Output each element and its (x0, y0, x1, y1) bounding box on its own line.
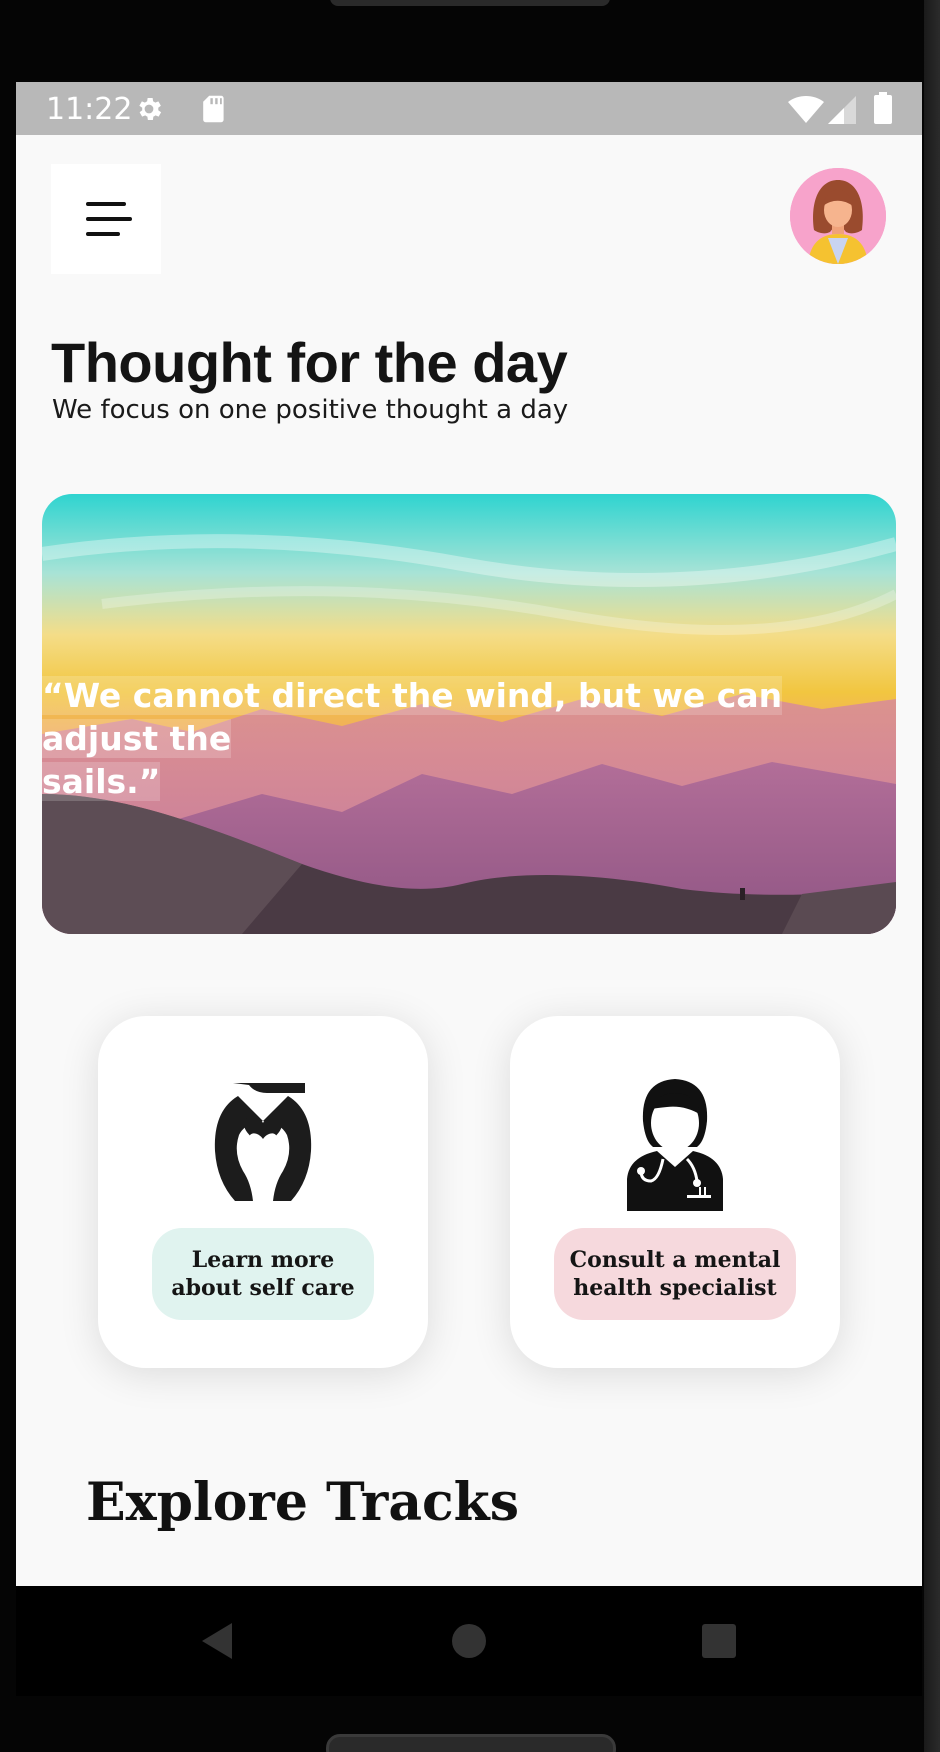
page-title: Thought for the day (51, 331, 568, 394)
quote-card[interactable]: “We cannot direct the wind, but we can a… (42, 494, 896, 934)
self-care-card[interactable]: Learn more about self care (98, 1016, 428, 1368)
user-avatar[interactable] (790, 168, 886, 264)
doctor-icon (627, 1079, 723, 1211)
system-nav-bar (16, 1586, 922, 1696)
page-subtitle: We focus on one positive thought a day (52, 395, 569, 425)
signal-icon (828, 96, 856, 124)
avatar-illustration (790, 168, 886, 264)
hamburger-menu-icon-line (86, 217, 132, 221)
home-circle-icon[interactable] (449, 1621, 489, 1661)
hamburger-menu-icon (86, 202, 126, 206)
device-edge (924, 0, 940, 1752)
consult-specialist-button[interactable]: Consult a mental health specialist (554, 1228, 796, 1320)
battery-icon (874, 92, 892, 124)
gear-icon (139, 98, 162, 120)
recents-square-icon[interactable] (699, 1621, 739, 1661)
device-top-speaker (330, 0, 610, 6)
status-time: 11:22 (46, 92, 133, 127)
device-bottom-speaker (326, 1734, 616, 1752)
status-bar: 11:22 (16, 82, 922, 135)
learn-self-care-button[interactable]: Learn more about self care (152, 1228, 374, 1320)
quote-text: “We cannot direct the wind, but we can a… (42, 674, 822, 803)
menu-button[interactable] (51, 164, 161, 274)
quote-line-1: “We cannot direct the wind, but we can a… (42, 676, 783, 758)
caring-hands-heart-icon (214, 1083, 312, 1201)
wifi-icon (788, 96, 824, 123)
specialist-card[interactable]: Consult a mental health specialist (510, 1016, 840, 1368)
app-screen: 11:22 Thought for the day We focus on on… (16, 82, 922, 1586)
quote-line-2: sails.” (42, 762, 161, 801)
hamburger-menu-icon-line-short (86, 232, 120, 236)
sd-card-icon (203, 95, 224, 123)
explore-tracks-title: Explore Tracks (86, 1472, 519, 1533)
back-triangle-icon[interactable] (198, 1621, 238, 1661)
